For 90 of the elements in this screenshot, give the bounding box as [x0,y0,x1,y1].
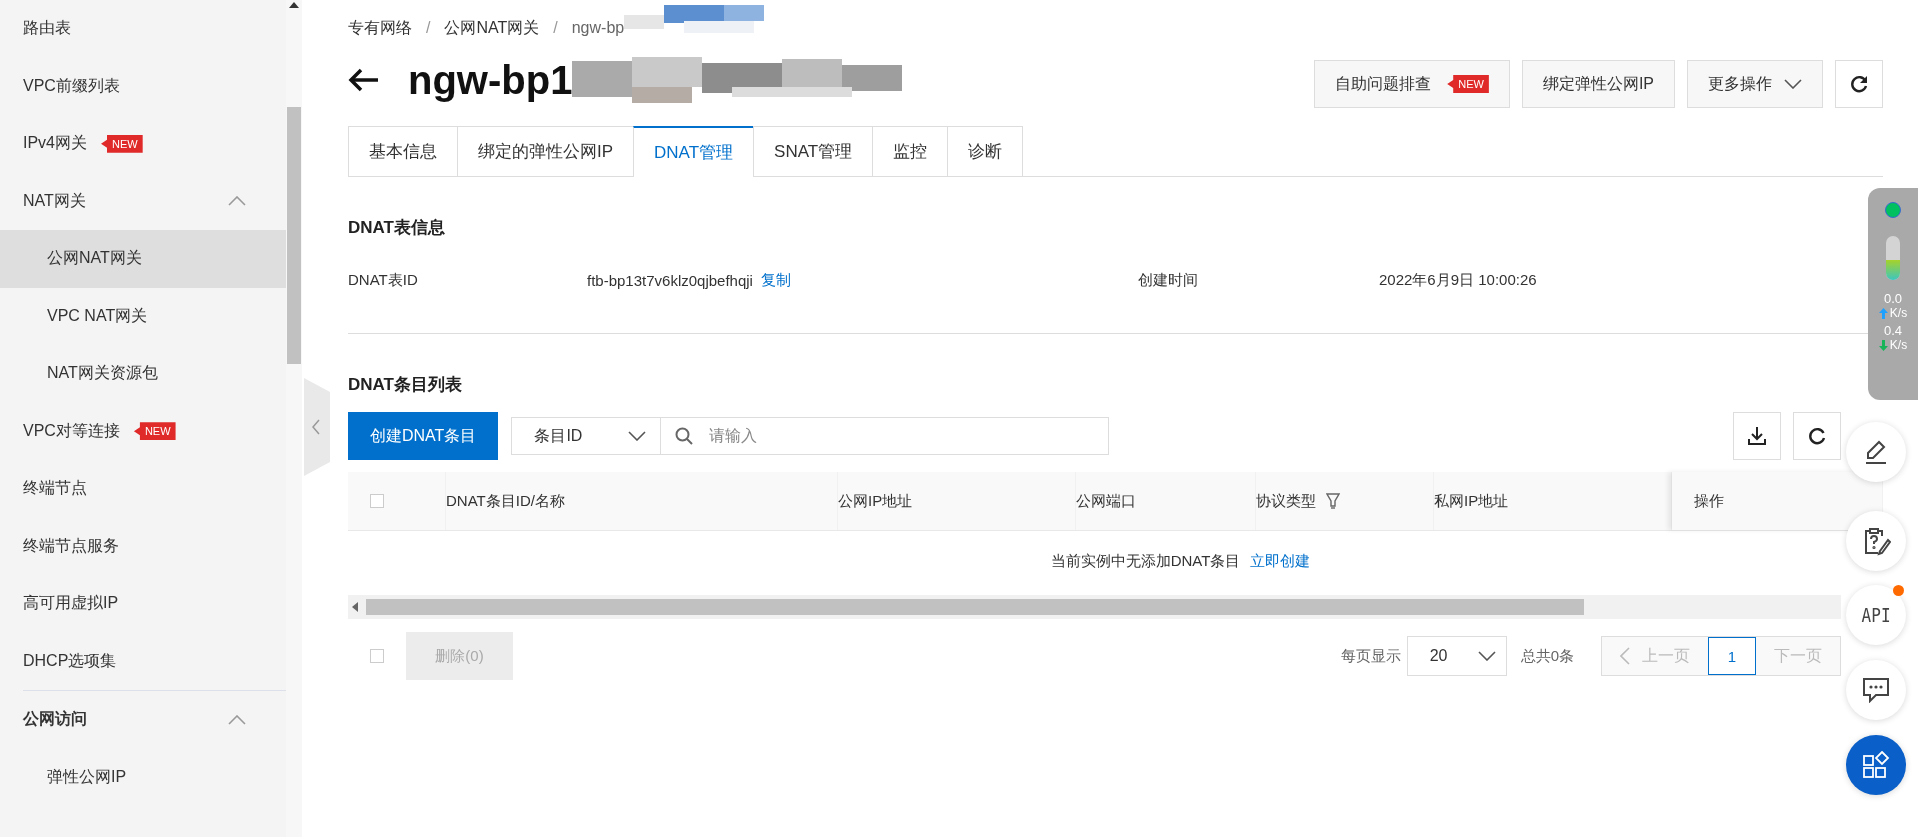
help-float-button[interactable] [1846,511,1906,571]
new-badge: NEW [101,134,143,153]
sidebar-item[interactable]: VPC对等连接 NEW [0,402,286,460]
field-value: ftb-bp13t7v6klz0qjbefhqji [587,271,753,289]
field-label: DNAT表ID [348,270,419,290]
tab[interactable]: 基本信息 [348,126,458,176]
api-label: API [1861,603,1891,627]
status-dot-icon [1885,202,1901,218]
refresh-button[interactable] [1793,412,1841,460]
chevron-down-icon [1784,79,1802,89]
create-now-link[interactable]: 立即创建 [1250,551,1311,571]
filter-select[interactable]: 条目ID [511,417,662,455]
download-icon [1747,426,1767,446]
column-label: 操作 [1694,491,1724,511]
new-badge: NEW [1447,75,1489,93]
create-button[interactable]: 创建DNAT条目 [348,412,499,460]
action-button[interactable]: 绑定弹性公网IP [1521,60,1675,108]
horizontal-scrollbar[interactable] [348,595,1841,619]
tab[interactable]: 诊断 [947,126,1024,176]
sidebar-item[interactable]: 公网NAT网关 [0,230,286,288]
sidebar-scrollbar[interactable] [286,0,302,837]
sidebar-item[interactable]: VPC NAT网关 [0,287,286,345]
api-float-button[interactable]: API [1846,585,1906,645]
sidebar-item[interactable]: 弹性公网IP [0,748,286,806]
column-label: 公网端口 [1076,491,1136,511]
search-icon [675,427,694,445]
chevron-left-icon [1620,647,1630,665]
search-box[interactable]: 请输入 [661,417,1110,455]
new-badge: NEW [133,422,176,441]
field-label: 创建时间 [1138,270,1199,290]
speed-unit: K/s [1889,306,1908,320]
checkbox[interactable] [370,649,384,663]
sidebar-group[interactable]: NAT网关 [0,172,286,230]
collapse-handle[interactable] [304,378,330,476]
action-button[interactable]: 自助问题排查 NEW [1314,60,1510,108]
page-title: ngw-bp1 [408,57,573,103]
sidebar-group[interactable]: 公网访问 [0,691,286,749]
checkbox[interactable] [370,494,384,508]
chevron-down-icon [1477,651,1496,661]
filter-icon[interactable] [1326,493,1340,509]
refresh-icon [1807,426,1827,446]
speed-unit: K/s [1889,338,1908,352]
sidebar-item[interactable]: DHCP选项集 [0,632,286,690]
breadcrumb-separator: / [426,19,431,37]
copy-link[interactable]: 复制 [760,270,791,290]
sidebar-item[interactable]: 路由表 [0,0,286,58]
scroll-left-arrow-icon[interactable] [352,602,360,612]
tab[interactable]: DNAT管理 [633,126,755,177]
notification-dot [1893,585,1904,596]
column-label: 协议类型 [1256,491,1316,511]
breadcrumb-link[interactable]: 公网NAT网关 [444,17,540,39]
sidebar-item[interactable]: IPv4网关 NEW [0,115,286,173]
page-size-label: 每页显示 [1340,646,1401,666]
more-actions-dropdown[interactable]: 更多操作 [1687,60,1823,108]
upload-speed: 0.0 [1883,292,1903,306]
breadcrumb-separator: / [553,19,558,37]
empty-message: 当前实例中无添加DNAT条目 [1050,551,1241,571]
download-button[interactable] [1733,412,1781,460]
field-value: 2022年6月9日 10:00:26 [1379,270,1537,290]
sidebar-item[interactable]: NAT网关资源包 [0,345,286,403]
chat-float-button[interactable] [1846,660,1906,720]
column-label: 私网IP地址 [1434,491,1509,511]
refresh-icon [1849,74,1869,94]
apps-icon [1862,751,1890,779]
section-title: DNAT条目列表 [348,374,463,396]
page-button[interactable]: 1 [1708,637,1756,675]
up-arrow-icon [1878,307,1888,319]
chevron-down-icon [628,431,647,441]
breadcrumb-link[interactable]: ngw-bp [571,19,625,37]
sidebar-item[interactable]: 终端节点服务 [0,517,286,575]
chevron-up-icon [228,714,246,725]
section-title: DNAT表信息 [348,217,446,239]
sidebar-item[interactable]: 终端节点 [0,460,286,518]
column-label: DNAT条目ID/名称 [446,491,565,511]
sidebar-item[interactable]: VPC前缀列表 [0,57,286,115]
refresh-button[interactable] [1835,60,1883,108]
search-input[interactable]: 请输入 [707,426,1109,446]
page-size-select[interactable]: 20 [1406,636,1507,676]
breadcrumb-link[interactable]: 专有网络 [348,17,412,39]
chevron-up-icon [228,196,246,207]
chat-icon [1862,677,1890,703]
column-label: 公网IP地址 [838,491,913,511]
total-count: 总共0条 [1520,646,1574,666]
scroll-up-arrow-icon[interactable] [289,2,299,8]
sidebar-item[interactable]: 高可用虚拟IP [0,575,286,633]
down-arrow-icon [1878,339,1888,351]
download-speed: 0.4 [1883,324,1903,338]
edit-float-button[interactable] [1846,422,1906,482]
back-arrow-icon[interactable] [348,68,380,92]
apps-float-button[interactable] [1846,735,1906,795]
